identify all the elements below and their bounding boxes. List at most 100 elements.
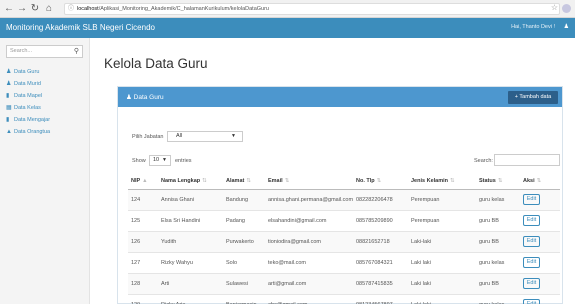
chevron-down-icon: ▼	[162, 157, 167, 163]
table-cell: Edit	[520, 251, 560, 273]
table-cell: guru BB	[476, 230, 520, 252]
extension-icon[interactable]	[562, 4, 571, 13]
table-cell: annisa.ghani.permana@gmail.com	[265, 188, 353, 210]
panel-title: ♟ Data Guru	[126, 93, 164, 101]
table-cell: guru kelas	[476, 293, 520, 304]
edit-button[interactable]: Edit	[523, 257, 540, 268]
filter-label: Pilih Jabatan	[132, 134, 164, 140]
column-header-label: Alamat	[226, 177, 245, 184]
entries-length-value: 10	[153, 157, 160, 163]
user-menu-icon[interactable]: ♟	[564, 23, 569, 30]
table-cell: Edit	[520, 293, 560, 304]
sort-icon: ⇅	[536, 177, 542, 184]
column-header-label: Aksi	[523, 177, 535, 184]
sidebar-item-data-mengajar[interactable]: ▮ Data Mengajar	[0, 114, 90, 126]
sidebar-item-label: Data Mapel	[14, 93, 43, 99]
column-header[interactable]: Aksi ⇅	[520, 173, 560, 190]
show-label: Show	[132, 158, 146, 164]
user-name[interactable]: Hai, Thanto Devi !	[511, 24, 555, 30]
table-cell: arti@gmail.com	[265, 272, 353, 294]
sidebar-item-data-mapel[interactable]: ▮ Data Mapel	[0, 90, 90, 102]
url-host: localhost	[77, 6, 99, 12]
table-cell: teko@mail.com	[265, 251, 353, 273]
table-cell: tioniodira@gmail.com	[265, 230, 353, 252]
book-icon: ▮	[6, 117, 10, 123]
table-cell: Rizky Arie	[158, 293, 223, 304]
edit-button[interactable]: Edit	[523, 194, 540, 205]
table-row: 127 Rizky Wahyu Solo teko@mail.com 085767084…	[128, 251, 560, 273]
table-cell: 129	[128, 293, 158, 304]
table-cell: Edit	[520, 188, 560, 210]
table-search-input[interactable]	[494, 154, 560, 166]
table-cell: 127	[128, 251, 158, 273]
bookmark-star-icon[interactable]: ☆	[551, 3, 558, 12]
column-header[interactable]: Nama Lengkap ⇅	[158, 173, 223, 190]
add-data-label: Tambah data	[519, 94, 552, 100]
app-header: Monitoring Akademik SLB Negeri Cicendo H…	[0, 18, 575, 38]
column-header-label: Email	[268, 177, 283, 184]
column-header[interactable]: Email ⇅	[265, 173, 353, 190]
table-cell: Annisa Ghani	[158, 188, 223, 210]
column-header[interactable]: Jenis Kelamin ⇅	[408, 173, 476, 190]
edit-button[interactable]: Edit	[523, 215, 540, 226]
table-cell: guru kelas	[476, 251, 520, 273]
building-icon: ▦	[6, 105, 12, 111]
column-header[interactable]: NIP ▲	[128, 173, 158, 190]
edit-button[interactable]: Edit	[523, 236, 540, 247]
table-cell: Purwakerto	[223, 230, 265, 252]
back-icon[interactable]: ←	[3, 3, 15, 15]
home-icon[interactable]: ⌂	[43, 3, 55, 15]
sidebar-item-data-guru[interactable]: ♟ Data Guru	[0, 66, 90, 78]
app-title[interactable]: Monitoring Akademik SLB Negeri Cicendo	[6, 23, 155, 32]
table-cell: 128	[128, 272, 158, 294]
sidebar-search-input[interactable]: Search... ⚲	[6, 45, 83, 58]
table-cell: Laki laki	[408, 272, 476, 294]
table-row: 124 Annisa Ghani Bandung annisa.ghani.perma…	[128, 188, 560, 210]
data-guru-panel: ♟ Data Guru + Tambah data Pilih Jabatan …	[117, 86, 563, 304]
column-header[interactable]: Alamat ⇅	[223, 173, 265, 190]
column-header-label: No. Tlp	[356, 177, 375, 184]
column-header[interactable]: No. Tlp ⇅	[353, 173, 408, 190]
table-cell: Arti	[158, 272, 223, 294]
table-cell: Bandung	[223, 188, 265, 210]
table-cell: 082282206478	[353, 188, 408, 210]
sidebar-item-data-murid[interactable]: ♟ Data Murid	[0, 78, 90, 90]
table-cell: Yudith	[158, 230, 223, 252]
address-bar[interactable]: ⓘ localhost/Aplikasi_Monitoring_Akademik…	[64, 3, 560, 15]
reload-icon[interactable]: ↻	[29, 3, 41, 15]
jabatan-select-value: All	[176, 133, 183, 139]
sidebar-item-data-kelas[interactable]: ▦ Data Kelas	[0, 102, 90, 114]
guru-table: NIP ▲ Nama Lengkap ⇅ Alamat ⇅ Email ⇅ No. Tlp ⇅ Je…	[128, 173, 560, 304]
search-icon[interactable]: ⚲	[74, 46, 79, 57]
edit-button[interactable]: Edit	[523, 278, 540, 289]
column-header-label: Jenis Kelamin	[411, 177, 448, 184]
table-header-row: NIP ▲ Nama Lengkap ⇅ Alamat ⇅ Email ⇅ No. Tlp ⇅ Je…	[128, 173, 560, 190]
table-cell: 085785209890	[353, 209, 408, 231]
sidebar-item-label: Data Mengajar	[14, 117, 51, 123]
chevron-down-icon: ▼	[231, 133, 236, 139]
entries-length-select[interactable]: 10 ▼	[149, 155, 171, 166]
sidebar-item-data-orangtua[interactable]: ▲ Data Orangtua	[0, 126, 90, 138]
sort-icon: ⇅	[450, 177, 455, 184]
edit-button[interactable]: Edit	[523, 299, 540, 304]
book-icon: ▮	[6, 93, 10, 99]
sidebar-item-label: Data Guru	[14, 69, 40, 75]
jabatan-select[interactable]: All ▼	[167, 131, 243, 142]
table-cell: abc@gmail.com	[265, 293, 353, 304]
entries-label: entries	[175, 158, 192, 164]
table-cell: 081234567897	[353, 293, 408, 304]
table-cell: 085787415835	[353, 272, 408, 294]
column-header[interactable]: Status ⇅	[476, 173, 520, 190]
sort-icon: ⇅	[202, 177, 207, 184]
users-icon: ♟	[6, 69, 12, 75]
panel-title-text: Data Guru	[133, 94, 164, 101]
table-cell: Perempuan	[408, 188, 476, 210]
table-cell: Edit	[520, 272, 560, 294]
table-cell: guru BB	[476, 209, 520, 231]
table-cell: Laki laki	[408, 251, 476, 273]
forward-icon[interactable]: →	[16, 3, 28, 15]
table-row: 125 Elsa Sri Handini Padang elsahandini@gma…	[128, 209, 560, 231]
table-body: 124 Annisa Ghani Bandung annisa.ghani.perma…	[128, 188, 560, 304]
table-cell: Elsa Sri Handini	[158, 209, 223, 231]
add-data-button[interactable]: + Tambah data	[508, 91, 558, 104]
